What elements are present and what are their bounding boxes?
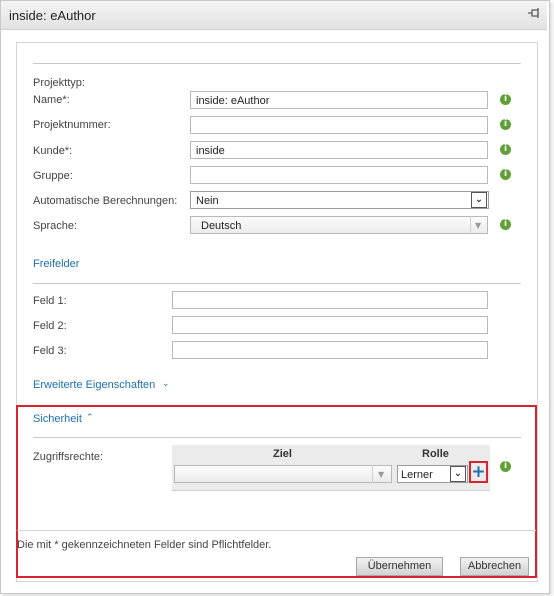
project-type-label: Projekttyp: [33,77,85,89]
info-icon[interactable]: i [500,219,511,230]
dropdown-arrow-icon[interactable]: ▼ [475,221,481,230]
apply-button[interactable]: Übernehmen [356,557,443,576]
role-value: Lerner [401,469,433,481]
select-divider [372,465,373,483]
language-select[interactable]: Deutsch [190,216,488,234]
access-rights-label: Zugriffsrechte: [33,451,104,463]
field2-label: Feld 2: [33,320,67,332]
group-input[interactable] [190,166,488,184]
project-number-input[interactable] [190,116,488,134]
info-icon[interactable]: i [500,94,511,105]
required-fields-note: Die mit * gekennzeichneten Felder sind P… [17,539,272,551]
field1-label: Feld 1: [33,295,67,307]
info-icon[interactable]: i [500,461,511,472]
customer-input[interactable]: inside [190,141,488,159]
project-number-label: Projektnummer: [33,119,111,131]
auto-calc-select[interactable] [190,191,489,209]
name-label: Name*: [33,94,70,106]
window-title: inside: eAuthor [9,8,96,23]
chevron-down-icon[interactable]: ⌄ [450,466,466,482]
column-header-role: Rolle [422,448,449,460]
footer-divider [17,530,536,531]
freifelder-link[interactable]: Freifelder [33,258,79,270]
security-link[interactable]: Sicherheit [33,413,82,425]
info-icon[interactable]: i [500,119,511,130]
info-icon[interactable]: i [500,169,511,180]
select-divider [470,216,471,234]
group-label: Gruppe: [33,170,73,182]
top-divider [33,63,521,64]
security-highlight [16,405,537,578]
name-input[interactable]: inside: eAuthor [190,91,488,109]
field1-input[interactable] [172,291,488,309]
auto-calc-label: Automatische Berechnungen: [33,195,178,207]
security-divider [33,437,521,438]
freifelder-divider [33,283,521,284]
column-header-target: Ziel [273,448,292,460]
field2-input[interactable] [172,316,488,334]
info-icon[interactable]: i [500,144,511,155]
auto-calc-value: Nein [196,195,219,207]
field3-input[interactable] [172,341,488,359]
pin-icon[interactable] [527,6,541,20]
field3-label: Feld 3: [33,345,67,357]
chevron-down-icon[interactable]: ⌄ [162,379,170,389]
extended-properties-link[interactable]: Erweiterte Eigenschaften [33,379,155,391]
dropdown-arrow-icon[interactable]: ▼ [378,470,384,479]
language-label: Sprache: [33,220,78,232]
chevron-up-icon[interactable]: ⌃ [86,413,94,423]
customer-label: Kunde*: [33,145,73,157]
cancel-button[interactable]: Abbrechen [460,557,529,576]
add-role-button[interactable]: + [471,463,486,481]
chevron-down-icon[interactable]: ⌄ [471,192,487,208]
target-select[interactable] [174,465,392,483]
